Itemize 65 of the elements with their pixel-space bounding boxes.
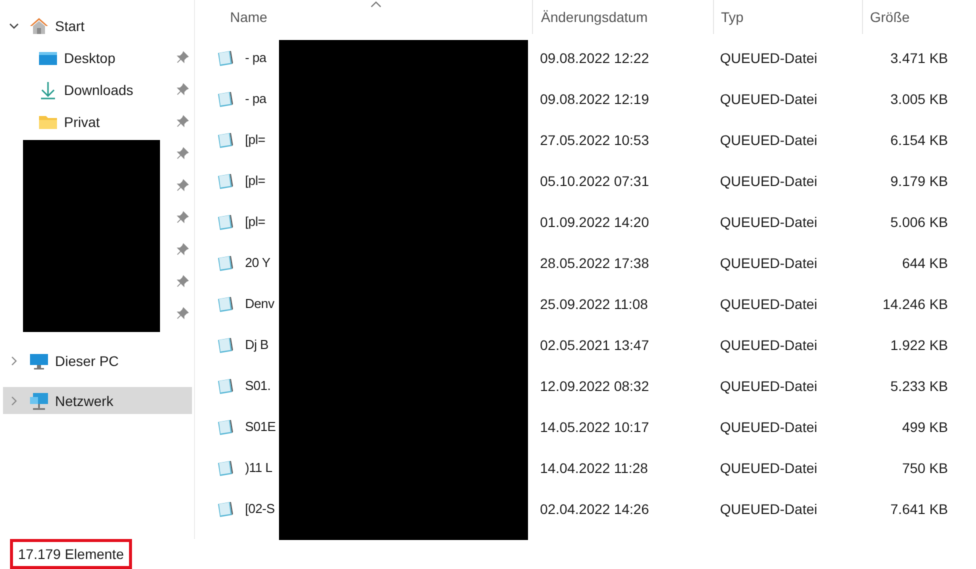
chevron-right-icon[interactable] [9, 396, 19, 406]
type-cell-text: QUEUED-Datei [719, 90, 818, 106]
sidebar-row[interactable]: Dieser PC [3, 347, 192, 374]
type-cell-text: QUEUED-Datei [719, 378, 818, 394]
type-cell-text: QUEUED-Datei [719, 172, 818, 188]
home-icon [29, 16, 49, 36]
date-cell-text: 25.09.2022 11:08 [539, 296, 649, 312]
file-name[interactable]: [pl= [245, 132, 266, 147]
file-name[interactable]: Dj B [245, 337, 268, 352]
size-cell-text: 750 KB [901, 460, 949, 476]
size-cell-text: 1.922 KB [889, 336, 949, 352]
type-cell-text: QUEUED-Datei [719, 500, 818, 516]
size-cell-text: 9.179 KB [889, 172, 949, 188]
column-header[interactable]: Größe [862, 0, 956, 34]
download-icon [38, 80, 58, 100]
network-icon [29, 390, 49, 410]
size-cell-text: 5.233 KB [889, 378, 949, 394]
file-name[interactable]: - pa [245, 91, 266, 106]
date-cell-text: 05.10.2022 07:31 [539, 172, 650, 188]
type-cell-text: QUEUED-Datei [719, 336, 818, 352]
type-cell-text: QUEUED-Datei [719, 296, 818, 312]
sidebar-item[interactable]: Start [55, 18, 85, 34]
file-name[interactable]: S01E [245, 419, 276, 434]
file-name[interactable]: S01. [245, 378, 271, 393]
size-cell-text: 5.006 KB [889, 214, 949, 230]
item-count: 17.179 Elemente [10, 539, 132, 569]
date-cell-text: 09.08.2022 12:19 [539, 90, 650, 106]
sidebar-item[interactable]: Desktop [64, 50, 116, 66]
type-cell-text: QUEUED-Datei [719, 214, 818, 230]
column-header[interactable]: Änderungsdatum [532, 0, 713, 34]
file-name[interactable]: [pl= [245, 214, 266, 229]
type-cell-text: QUEUED-Datei [719, 460, 818, 476]
file-name[interactable]: )11 L [245, 460, 272, 475]
size-cell-text: 644 KB [901, 254, 949, 270]
column-header[interactable]: Name [199, 0, 532, 34]
date-cell-text: 09.08.2022 12:22 [539, 50, 650, 66]
file-name[interactable]: [pl= [245, 173, 266, 188]
sidebar-row[interactable]: Netzwerk [3, 387, 192, 414]
type-cell-text: QUEUED-Datei [719, 50, 818, 66]
date-cell-text: 27.05.2022 10:53 [539, 132, 650, 148]
size-cell-text: 14.246 KB [882, 296, 949, 312]
type-cell-text: QUEUED-Datei [719, 418, 818, 434]
file-name[interactable]: [02-S [245, 501, 275, 516]
type-cell-text: QUEUED-Datei [719, 132, 818, 148]
date-cell-text: 02.05.2021 13:47 [539, 336, 650, 352]
chevron-down-icon[interactable] [9, 21, 19, 31]
date-cell-text: 28.05.2022 17:38 [539, 254, 650, 270]
type-cell-text: QUEUED-Datei [719, 254, 818, 270]
date-cell-text: 14.04.2022 11:28 [539, 460, 649, 476]
date-cell-text: 12.09.2022 08:32 [539, 378, 650, 394]
file-name[interactable]: 20 Y [245, 255, 270, 270]
date-cell-text: 14.05.2022 10:17 [539, 418, 650, 434]
file-name[interactable]: Denv [245, 296, 274, 311]
column-header[interactable]: Typ [713, 0, 862, 34]
size-cell-text: 6.154 KB [889, 132, 949, 148]
file-name[interactable]: - pa [245, 50, 266, 65]
chevron-right-icon[interactable] [9, 356, 19, 366]
date-cell-text: 02.04.2022 14:26 [539, 500, 650, 516]
size-cell-text: 3.005 KB [889, 90, 949, 106]
sidebar-item[interactable]: Privat [64, 114, 100, 130]
size-cell-text: 7.641 KB [889, 500, 949, 516]
date-cell-text: 01.09.2022 14:20 [539, 214, 650, 230]
size-cell-text: 3.471 KB [889, 50, 949, 66]
sidebar-item[interactable]: Downloads [64, 82, 134, 98]
size-cell-text: 499 KB [901, 418, 949, 434]
